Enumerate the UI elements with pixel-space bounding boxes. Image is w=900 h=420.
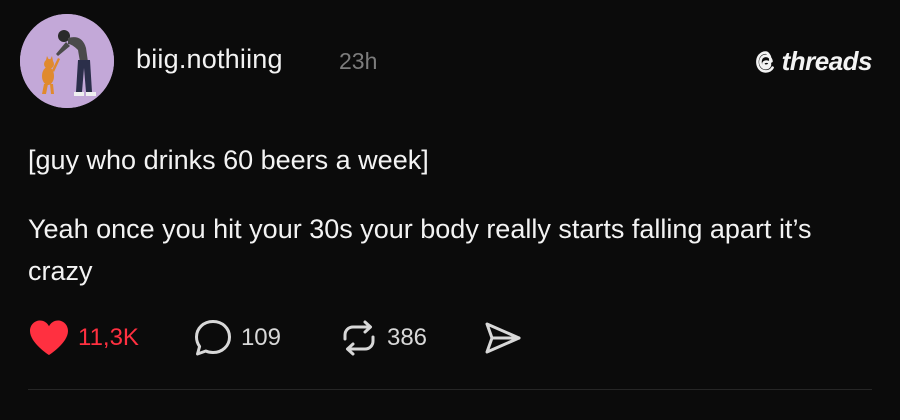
divider (28, 389, 872, 390)
like-count: 11,3K (78, 324, 139, 351)
speech-bubble-icon (194, 320, 231, 356)
threads-brand: threads (754, 46, 873, 77)
heart-icon (30, 320, 68, 355)
like-button[interactable]: 11,3K (28, 319, 139, 357)
repost-count: 386 (386, 324, 428, 351)
share-button[interactable] (483, 320, 523, 356)
action-bar: 11,3K 109 386 (28, 316, 523, 360)
threads-wordmark: threads (781, 46, 873, 76)
repost-button[interactable]: 386 (339, 319, 427, 357)
post-timestamp: 23h (339, 48, 378, 74)
reply-button[interactable]: 109 (193, 318, 281, 358)
avatar[interactable] (20, 14, 114, 108)
post-text-line-1: [guy who drinks 60 beers a week] (28, 145, 429, 175)
repost-arrows-icon (343, 320, 375, 356)
username[interactable]: biig.nothiing (136, 44, 283, 75)
reply-count: 109 (240, 324, 281, 351)
send-icon (485, 322, 521, 354)
post-text-line-2: Yeah once you hit your 30s your body rea… (28, 214, 812, 286)
threads-logo-icon (755, 50, 774, 73)
avatar-image (20, 14, 114, 108)
